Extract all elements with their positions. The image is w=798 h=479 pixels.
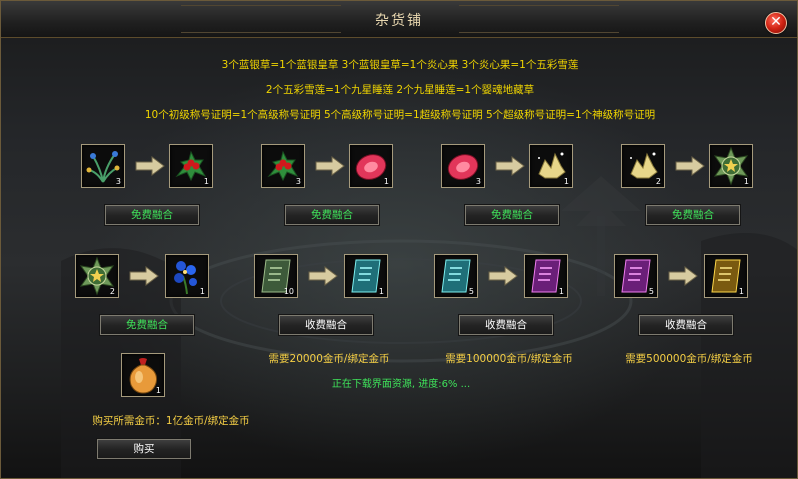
output-slot[interactable]: 1	[344, 254, 388, 298]
quantity: 2	[655, 177, 661, 186]
fuse-cost-label: 需要500000金币/绑定金币	[625, 353, 753, 365]
quantity: 1	[563, 177, 569, 186]
right-arrow-icon	[135, 156, 165, 176]
quantity: 3	[115, 177, 121, 186]
title-bar[interactable]: 杂货铺 ✕	[1, 1, 797, 38]
right-arrow-icon	[129, 266, 159, 286]
fuse-cost-label: 需要20000金币/绑定金币	[268, 353, 390, 365]
quantity: 1	[383, 177, 389, 186]
right-arrow-icon	[495, 156, 525, 176]
fuse-cost-label: 需要100000金币/绑定金币	[445, 353, 573, 365]
paid-fuse-button[interactable]: 收费融合	[458, 314, 554, 336]
close-icon[interactable]: ✕	[765, 12, 787, 34]
background-scenery	[61, 176, 797, 478]
quantity: 1	[743, 177, 749, 186]
download-progress-text: 正在下载界面资源, 进度:6% ...	[331, 379, 471, 390]
recipe-line-2: 2个五彩雪莲=1个九星睡莲 2个九星睡莲=1个婴魂地藏草	[265, 84, 535, 96]
output-slot[interactable]: 1	[709, 144, 753, 188]
quantity: 2	[109, 287, 115, 296]
free-fuse-button[interactable]: 免费融合	[284, 204, 380, 226]
quantity: 5	[648, 287, 654, 296]
quantity: 1	[558, 287, 564, 296]
quantity: 1	[378, 287, 384, 296]
right-arrow-icon	[488, 266, 518, 286]
input-slot[interactable]: 10	[254, 254, 298, 298]
quantity: 1	[738, 287, 744, 296]
free-fuse-button[interactable]: 免费融合	[99, 314, 195, 336]
quantity: 1	[155, 386, 161, 395]
input-slot[interactable]: 5	[434, 254, 478, 298]
input-slot[interactable]: 2	[75, 254, 119, 298]
quantity: 1	[203, 177, 209, 186]
window-title: 杂货铺	[375, 13, 423, 29]
free-fuse-button[interactable]: 免费融合	[645, 204, 741, 226]
quantity: 1	[199, 287, 205, 296]
output-slot[interactable]: 1	[349, 144, 393, 188]
recipe-line-1: 3个蓝银草=1个蓝银皇草 3个蓝银皇草=1个炎心果 3个炎心果=1个五彩雪莲	[221, 59, 579, 71]
paid-fuse-button[interactable]: 收费融合	[278, 314, 374, 336]
buy-button[interactable]: 购买	[96, 438, 192, 460]
output-slot[interactable]: 1	[524, 254, 568, 298]
purchase-item-slot[interactable]: 1	[121, 353, 165, 397]
right-arrow-icon	[308, 266, 338, 286]
right-arrow-icon	[668, 266, 698, 286]
purchase-cost-label: 购买所需金币：1亿金币/绑定金币	[92, 415, 250, 427]
input-slot[interactable]: 5	[614, 254, 658, 298]
right-arrow-icon	[675, 156, 705, 176]
free-fuse-button[interactable]: 免费融合	[104, 204, 200, 226]
output-slot[interactable]: 1	[704, 254, 748, 298]
quantity: 3	[475, 177, 481, 186]
input-slot[interactable]: 3	[81, 144, 125, 188]
quantity: 5	[468, 287, 474, 296]
grocery-shop-window: 杂货铺 ✕ 3个蓝银草=1个蓝银皇草 3个蓝银皇草=1个炎心果 3个炎心果=1个…	[0, 0, 798, 479]
output-slot[interactable]: 1	[529, 144, 573, 188]
output-slot[interactable]: 1	[165, 254, 209, 298]
free-fuse-button[interactable]: 免费融合	[464, 204, 560, 226]
quantity: 10	[283, 287, 294, 296]
paid-fuse-button[interactable]: 收费融合	[638, 314, 734, 336]
recipe-line-3: 10个初级称号证明=1个高级称号证明 5个高级称号证明=1超级称号证明 5个超级…	[144, 109, 656, 121]
input-slot[interactable]: 2	[621, 144, 665, 188]
output-slot[interactable]: 1	[169, 144, 213, 188]
quantity: 3	[295, 177, 301, 186]
right-arrow-icon	[315, 156, 345, 176]
input-slot[interactable]: 3	[441, 144, 485, 188]
input-slot[interactable]: 3	[261, 144, 305, 188]
